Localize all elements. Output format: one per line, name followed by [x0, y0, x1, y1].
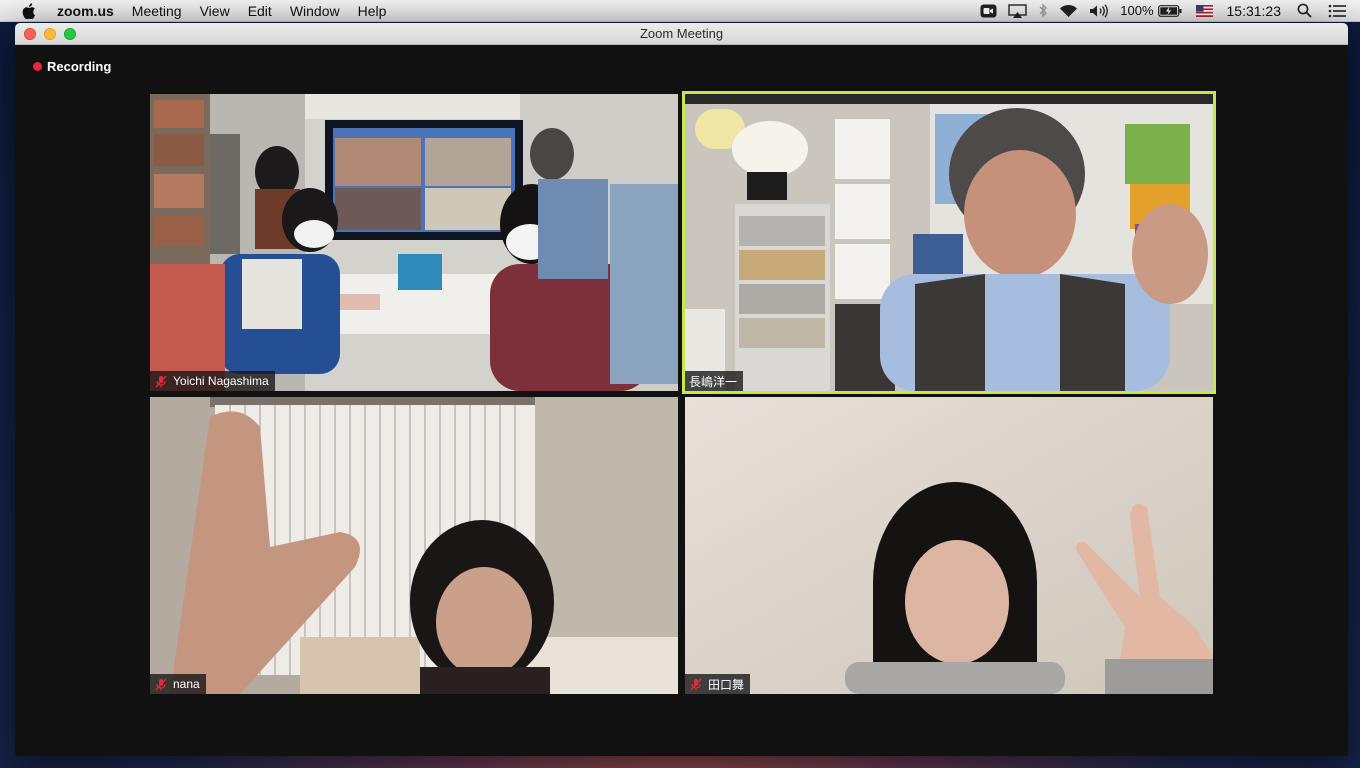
muted-mic-icon [154, 677, 168, 691]
menu-help[interactable]: Help [349, 0, 396, 22]
menu-app-name[interactable]: zoom.us [48, 0, 123, 22]
volume-icon[interactable] [1089, 3, 1109, 18]
window-controls [24, 28, 84, 40]
participant-video-tile[interactable]: 田口舞 [685, 397, 1213, 694]
menu-bar: zoom.us Meeting View Edit Window Help 10… [0, 0, 1360, 22]
notification-center-icon[interactable] [1328, 4, 1346, 18]
participant-video [685, 94, 1213, 391]
status-area: 100% 15:31:23 [969, 0, 1360, 22]
wifi-icon[interactable] [1059, 4, 1078, 18]
menu-edit[interactable]: Edit [239, 0, 281, 22]
participant-name-tag: Yoichi Nagashima [150, 371, 275, 391]
maximize-window-button[interactable] [64, 28, 76, 40]
battery-icon[interactable] [1157, 4, 1182, 17]
airplay-icon[interactable] [1008, 3, 1027, 18]
participant-name: nana [173, 677, 200, 691]
menubar-clock[interactable]: 15:31:23 [1227, 3, 1282, 19]
participant-video-tile[interactable]: nana [150, 397, 678, 694]
recording-label: Recording [47, 59, 112, 74]
participant-name: 田口舞 [708, 677, 745, 692]
participant-video [150, 94, 678, 391]
participant-video [685, 397, 1213, 694]
recording-indicator[interactable]: Recording [33, 59, 111, 74]
apple-icon[interactable] [20, 2, 38, 20]
menu-window[interactable]: Window [281, 0, 349, 22]
close-window-button[interactable] [24, 28, 36, 40]
battery-percent: 100% [1120, 3, 1154, 18]
participant-video-tile[interactable]: Yoichi Nagashima [150, 94, 678, 391]
participant-name: Yoichi Nagashima [173, 374, 269, 388]
zoom-status-icon[interactable] [980, 4, 997, 18]
window-title: Zoom Meeting [639, 26, 724, 41]
recording-dot-icon [33, 62, 42, 71]
participant-name-tag: nana [150, 674, 206, 694]
window-titlebar[interactable]: Zoom Meeting [15, 23, 1348, 45]
bluetooth-icon[interactable] [1038, 3, 1048, 18]
muted-mic-icon [689, 677, 703, 691]
participant-name: 長嶋洋一 [689, 374, 738, 389]
menu-view[interactable]: View [191, 0, 239, 22]
menu-meeting[interactable]: Meeting [123, 0, 191, 22]
participant-video-tile-active-speaker[interactable]: 長嶋洋一 [682, 91, 1216, 394]
participant-name-tag: 田口舞 [685, 674, 751, 694]
flag-us-icon[interactable] [1195, 4, 1213, 17]
muted-mic-icon [154, 374, 168, 388]
zoom-meeting-window: Zoom Meeting Recording Yoichi Nagashima … [15, 23, 1348, 756]
participant-video [150, 397, 678, 694]
spotlight-search-icon[interactable] [1297, 3, 1312, 18]
participant-name-tag: 長嶋洋一 [685, 371, 744, 391]
minimize-window-button[interactable] [44, 28, 56, 40]
